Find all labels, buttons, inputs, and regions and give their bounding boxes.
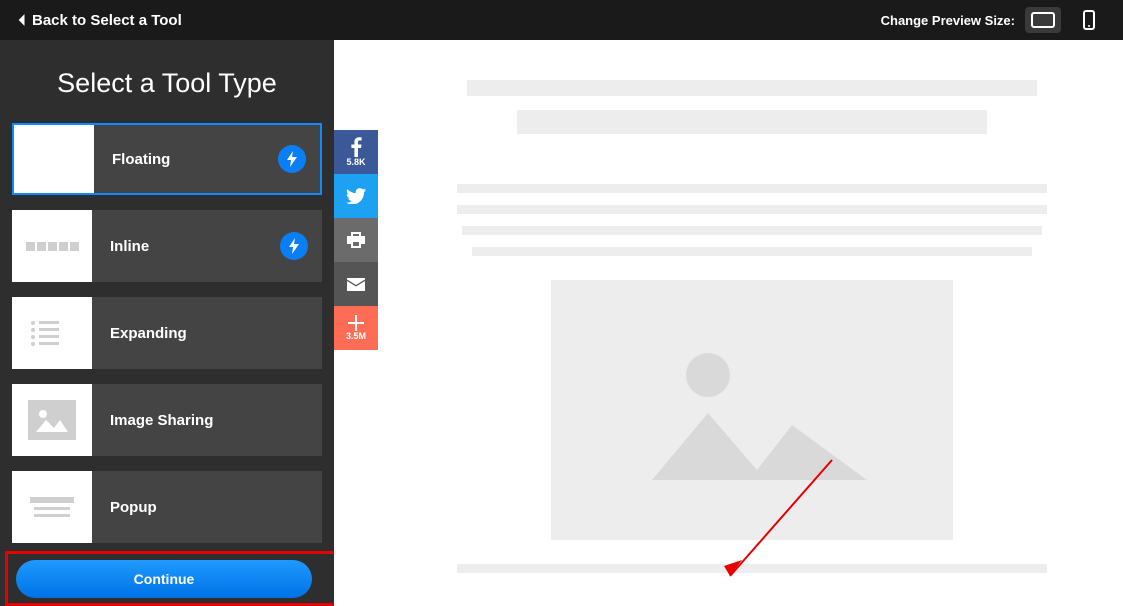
share-twitter-button[interactable]	[334, 174, 378, 218]
tool-label: Popup	[92, 499, 157, 516]
tool-thumb-floating	[14, 125, 94, 193]
sidebar-title: Select a Tool Type	[12, 68, 322, 99]
lightning-icon	[288, 238, 300, 254]
preview-area: 5.8K 3.5M	[334, 40, 1123, 606]
back-to-select-tool-link[interactable]: Back to Select a Tool	[16, 12, 182, 29]
continue-label: Continue	[134, 571, 195, 587]
twitter-icon	[346, 188, 366, 204]
mobile-icon	[1083, 10, 1095, 30]
desktop-preview-button[interactable]	[1025, 7, 1061, 33]
tool-label: Expanding	[92, 325, 187, 342]
tool-label: Image Sharing	[92, 412, 213, 429]
share-more-button[interactable]: 3.5M	[334, 306, 378, 350]
plus-count: 3.5M	[346, 331, 366, 341]
mock-line	[472, 247, 1032, 256]
amp-badge	[278, 145, 306, 173]
continue-row: Continue	[0, 552, 350, 606]
facebook-count: 5.8K	[346, 157, 365, 167]
continue-button[interactable]: Continue	[16, 560, 312, 598]
tool-card-popup[interactable]: Popup	[12, 471, 322, 543]
share-email-button[interactable]	[334, 262, 378, 306]
mock-line	[517, 110, 987, 134]
tool-label: Inline	[92, 238, 149, 255]
mobile-preview-button[interactable]	[1071, 7, 1107, 33]
lightning-icon	[286, 151, 298, 167]
tool-thumb-image-sharing	[12, 384, 92, 456]
tool-thumb-inline	[12, 210, 92, 282]
sidebar: Select a Tool Type Floating Inline	[0, 40, 334, 606]
mock-line	[462, 226, 1042, 235]
tool-thumb-expanding	[12, 297, 92, 369]
share-facebook-button[interactable]: 5.8K	[334, 130, 378, 174]
tool-card-image-sharing[interactable]: Image Sharing	[12, 384, 322, 456]
desktop-icon	[1031, 12, 1055, 28]
share-print-button[interactable]	[334, 218, 378, 262]
top-bar: Back to Select a Tool Change Preview Siz…	[0, 0, 1123, 40]
tool-label: Floating	[94, 151, 170, 168]
chevron-left-icon	[16, 13, 26, 27]
floating-share-bar: 5.8K 3.5M	[334, 130, 378, 350]
image-icon	[34, 406, 70, 434]
tool-card-expanding[interactable]: Expanding	[12, 297, 322, 369]
mock-line	[467, 80, 1037, 96]
page-mock	[380, 40, 1123, 606]
print-icon	[347, 232, 365, 248]
mock-line	[457, 184, 1047, 193]
mock-image	[551, 280, 953, 540]
plus-icon	[348, 315, 364, 331]
image-placeholder-icon	[622, 325, 882, 495]
tool-thumb-popup	[12, 471, 92, 543]
facebook-icon	[350, 137, 362, 157]
content-wrap: Select a Tool Type Floating Inline	[0, 40, 1123, 606]
preview-size-controls: Change Preview Size:	[881, 7, 1107, 33]
email-icon	[347, 278, 365, 291]
tool-card-floating[interactable]: Floating	[12, 123, 322, 195]
tool-card-inline[interactable]: Inline	[12, 210, 322, 282]
preview-size-label: Change Preview Size:	[881, 13, 1015, 28]
mock-line	[457, 205, 1047, 214]
mock-line	[457, 564, 1047, 573]
amp-badge	[280, 232, 308, 260]
back-label: Back to Select a Tool	[32, 12, 182, 29]
